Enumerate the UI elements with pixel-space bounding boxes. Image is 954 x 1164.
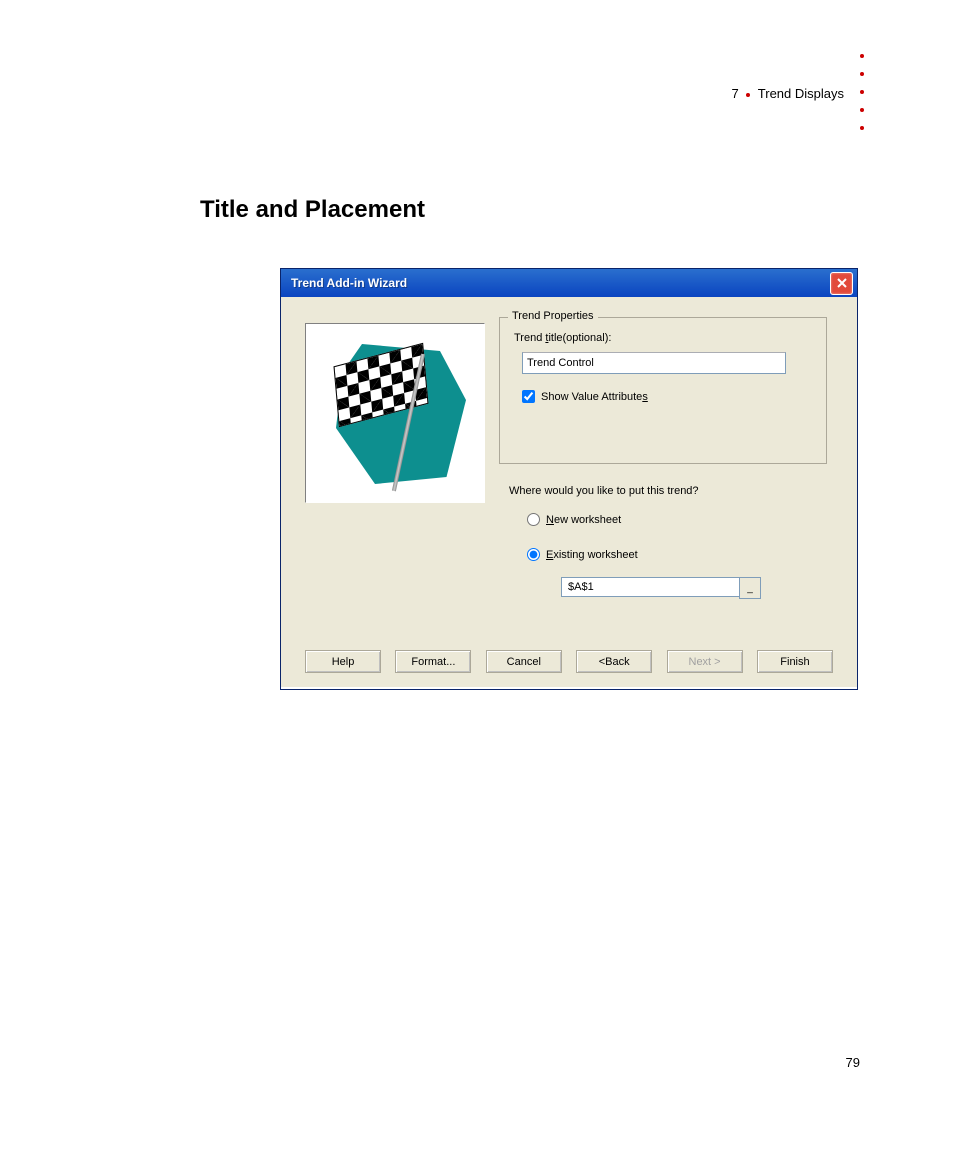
page-header: 7 Trend Displays (732, 86, 844, 101)
show-value-attributes-checkbox[interactable]: Show Value Attributes (522, 390, 648, 403)
cell-reference-group: _ (561, 577, 761, 597)
page-number: 79 (846, 1055, 860, 1070)
dot-icon (860, 54, 864, 58)
dialog-title: Trend Add-in Wizard (291, 276, 407, 290)
close-button[interactable] (830, 272, 853, 295)
wizard-button-row: Help Format... Cancel <Back Next > Finis… (305, 650, 833, 673)
trend-title-label: Trend title(optional): (514, 332, 611, 344)
group-legend: Trend Properties (508, 310, 598, 322)
wizard-decorative-image (305, 323, 485, 503)
new-worksheet-label: New worksheet (546, 514, 621, 526)
section-heading: Title and Placement (200, 196, 425, 224)
dot-icon (860, 90, 864, 94)
format-button[interactable]: Format... (395, 650, 471, 673)
finish-button[interactable]: Finish (757, 650, 833, 673)
collapse-dialog-button[interactable]: _ (739, 577, 761, 599)
existing-worksheet-input[interactable] (527, 548, 540, 561)
dialog-body: Trend Properties Trend title(optional): … (281, 297, 857, 687)
dialog-titlebar[interactable]: Trend Add-in Wizard (281, 269, 857, 297)
existing-worksheet-label: Existing worksheet (546, 549, 638, 561)
back-button[interactable]: <Back (576, 650, 652, 673)
chapter-title: Trend Displays (758, 86, 844, 101)
close-icon (837, 278, 847, 288)
placement-question: Where would you like to put this trend? (509, 485, 699, 497)
cell-reference-input[interactable] (561, 577, 739, 597)
next-button: Next > (667, 650, 743, 673)
dot-icon (860, 126, 864, 130)
show-value-attributes-input[interactable] (522, 390, 535, 403)
show-value-attributes-label: Show Value Attributes (541, 391, 648, 403)
chapter-number: 7 (732, 86, 739, 101)
dot-icon (860, 108, 864, 112)
trend-properties-group: Trend Properties Trend title(optional): … (499, 317, 827, 464)
help-button[interactable]: Help (305, 650, 381, 673)
wizard-dialog: Trend Add-in Wizard Trend Properties Tre… (280, 268, 858, 690)
decorative-dots-column (860, 54, 864, 130)
new-worksheet-input[interactable] (527, 513, 540, 526)
cancel-button[interactable]: Cancel (486, 650, 562, 673)
new-worksheet-radio[interactable]: New worksheet (527, 513, 621, 526)
trend-title-input[interactable] (522, 352, 786, 374)
dot-icon (860, 72, 864, 76)
bullet-icon (746, 93, 750, 97)
existing-worksheet-radio[interactable]: Existing worksheet (527, 548, 638, 561)
